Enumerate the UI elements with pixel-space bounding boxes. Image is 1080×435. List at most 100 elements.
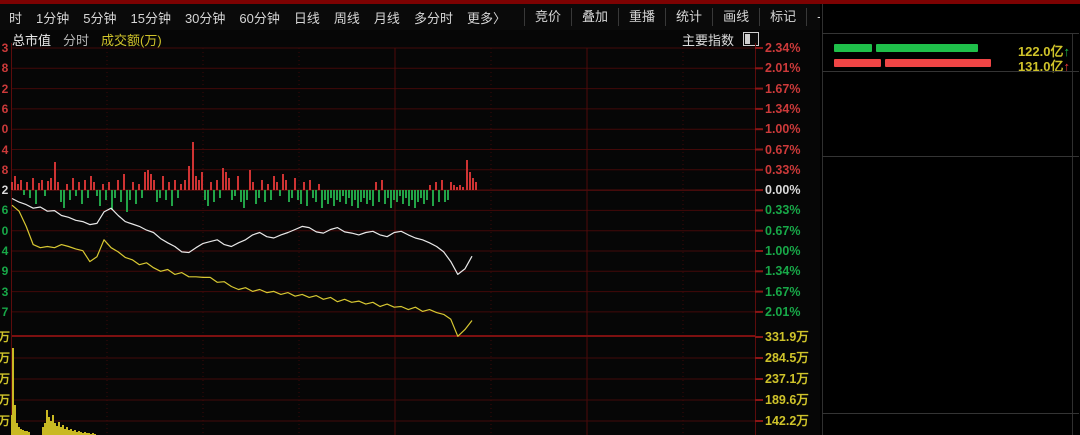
zero-line-bar <box>60 190 62 202</box>
zero-line-bar <box>159 190 161 198</box>
zero-line-bar <box>44 190 46 196</box>
zero-line-bar <box>114 190 116 198</box>
zero-line-bar <box>273 176 275 190</box>
volume-bar <box>68 430 70 435</box>
zero-line-bar <box>188 166 190 190</box>
zero-line-bar <box>282 174 284 190</box>
volume-bar <box>62 425 64 435</box>
zero-line-bar <box>447 190 449 200</box>
volume-bar <box>46 410 48 435</box>
zero-line-bar <box>291 190 293 198</box>
zero-line-bar <box>237 176 239 190</box>
zero-line-bar <box>246 190 248 200</box>
zero-line-bar <box>456 187 458 190</box>
zero-line-bar <box>108 182 110 190</box>
zero-line-bar <box>69 190 71 200</box>
panel-right-divider <box>1072 33 1073 435</box>
volume-bar <box>66 427 68 435</box>
zero-line-bar <box>47 181 49 190</box>
period-tab[interactable]: 30分钟 <box>178 8 232 27</box>
zero-line-bar <box>279 190 281 196</box>
zero-line-bar <box>466 160 468 190</box>
zero-line-bar <box>54 162 56 190</box>
zero-line-bar <box>345 190 347 204</box>
zero-line-bar <box>393 190 395 200</box>
zero-line-bar <box>20 180 22 190</box>
left-price-axis: 38260482604937331.9万284.5万237.1万189.6万14… <box>0 33 10 435</box>
index-line <box>12 199 472 275</box>
intraday-chart[interactable] <box>11 33 763 435</box>
period-tab[interactable]: 月线 <box>367 8 407 27</box>
period-tab[interactable]: 日线 <box>287 8 327 27</box>
period-tab[interactable]: 5分钟 <box>76 8 123 27</box>
zero-line-bar <box>453 185 455 190</box>
zero-line-bar <box>177 190 179 198</box>
zero-line-bar <box>354 190 356 200</box>
zero-line-bar <box>438 190 440 202</box>
zero-line-bar <box>132 182 134 190</box>
zero-line-bar <box>357 190 359 208</box>
toolbar-button[interactable]: 竞价 <box>524 8 571 26</box>
volume-bar <box>60 427 62 435</box>
toolbar-button[interactable]: 统计 <box>665 8 712 26</box>
zero-line-bar <box>120 190 122 202</box>
zero-line-bar <box>29 190 31 198</box>
zero-line-bar <box>168 182 170 190</box>
period-tab-clipped[interactable]: 时 <box>2 8 29 27</box>
zero-line-bar <box>171 190 173 206</box>
volume-axis-label: 189.6万 <box>765 393 809 407</box>
toolbar-button[interactable]: 叠加 <box>571 8 618 26</box>
toolbar-button[interactable]: 画线 <box>712 8 759 26</box>
toolbar-button[interactable]: 标记 <box>759 8 806 26</box>
volume-bar <box>26 431 28 435</box>
zero-line-bar <box>207 190 209 206</box>
zero-line-bar <box>14 176 16 190</box>
period-tab[interactable]: 多分时 <box>407 8 460 27</box>
volume-bar <box>42 427 44 435</box>
zero-line-bar <box>318 184 320 190</box>
zero-line-bar <box>321 190 323 208</box>
period-tab[interactable]: 60分钟 <box>232 8 286 27</box>
volume-bar <box>16 423 18 435</box>
zero-line-bar <box>351 190 353 206</box>
period-tab[interactable]: 周线 <box>327 8 367 27</box>
zero-line-bar <box>32 178 34 190</box>
zero-line-bar <box>360 190 362 202</box>
zero-line-bar <box>342 190 344 196</box>
zero-line-bar <box>396 190 398 202</box>
zero-line-bar <box>372 190 374 206</box>
period-tab[interactable]: 1分钟 <box>29 8 76 27</box>
left-axis-digit: 0 <box>0 224 10 238</box>
zero-line-bar <box>408 190 410 206</box>
zero-line-bar <box>222 168 224 190</box>
zero-line-bar <box>333 190 335 206</box>
percent-axis-label: 0.33% <box>765 163 800 177</box>
toolbar-button[interactable]: 重播 <box>618 8 665 26</box>
zero-line-bar <box>111 190 113 210</box>
zero-line-bar <box>366 190 368 204</box>
period-tab[interactable]: 15分钟 <box>123 8 177 27</box>
zero-line-bar <box>184 180 186 190</box>
volume-bar <box>22 430 24 435</box>
zero-line-bar <box>231 190 233 200</box>
zero-line-bar <box>402 190 404 204</box>
zero-line-bar <box>303 182 305 190</box>
chart-canvas[interactable] <box>11 33 763 435</box>
zero-line-bar <box>462 187 464 190</box>
zero-line-bar <box>300 190 302 204</box>
zero-line-bar <box>75 190 77 196</box>
zero-line-bar <box>57 182 59 190</box>
zero-line-bar <box>243 190 245 208</box>
zero-line-bar <box>50 178 52 190</box>
period-tab[interactable]: 更多〉 <box>460 8 513 27</box>
zero-line-bar <box>387 190 389 198</box>
volume-bar <box>12 348 14 435</box>
panel-separator <box>822 413 1079 414</box>
zero-line-bar <box>426 190 428 200</box>
zero-line-bar <box>66 184 68 190</box>
zero-line-bar <box>450 182 452 190</box>
zero-line-bar <box>23 190 25 195</box>
volume-bar <box>52 415 54 435</box>
quote-panel: 880001 总市值 122.0亿↑ 131.0亿↑ A股成交5796.04亿B… <box>820 4 1080 435</box>
zero-line-bar <box>417 190 419 202</box>
